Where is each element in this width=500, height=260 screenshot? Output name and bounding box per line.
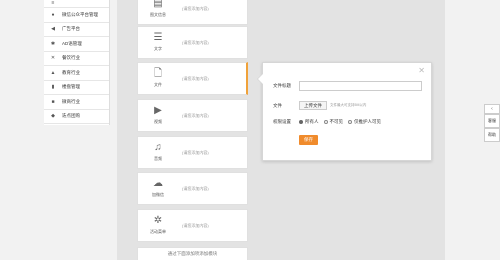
module-audio[interactable]: ♫ 音频 (请您添加内容) xyxy=(137,136,248,169)
radio-label: 不可见 xyxy=(329,119,344,124)
sidebar-item-label: 广告平台 xyxy=(62,26,80,32)
float-tab-help[interactable]: 帮助 xyxy=(484,128,500,142)
activity-icon: ✲ xyxy=(153,215,163,226)
radio-dot xyxy=(323,120,328,124)
upload-file-button[interactable]: 上传文件 xyxy=(299,101,327,110)
sidebar-item-top[interactable]: ≡ xyxy=(44,0,109,8)
video-icon: ▶ xyxy=(154,105,162,116)
module-icon-col: ♫ 音频 xyxy=(138,137,178,168)
float-tab-service[interactable]: 客服 xyxy=(484,114,500,128)
sidebar-item-label: 微信公众平台管理 xyxy=(62,11,98,17)
module-caption: 文件 xyxy=(154,82,162,87)
text-lines-icon: ☰ xyxy=(153,32,163,43)
shop-icon: ■ xyxy=(51,98,55,105)
module-icon-col: ▤ 图文信息 xyxy=(138,0,178,24)
radio-label: 仅推护人可见 xyxy=(354,119,381,124)
radio-invisible[interactable]: 不可见 xyxy=(323,119,344,125)
module-caption: 视频 xyxy=(154,119,162,124)
sidebar-item-catering[interactable]: ✕ 餐饮行业 xyxy=(44,52,109,66)
file-edit-popup: ✕ 文件标题 文件 上传文件 文件最大可支持5M以内 权限设置 所有人 不可见 … xyxy=(257,62,432,161)
module-news[interactable]: ▤ 图文信息 (请您添加内容) xyxy=(137,0,248,25)
module-icon-col: ☰ 文字 xyxy=(138,27,178,58)
megaphone-icon: ◀ xyxy=(51,26,55,33)
title-label: 文件标题 xyxy=(273,83,291,88)
sidebar-item-label: AD语管理 xyxy=(62,40,82,46)
tag-icon: ◆ xyxy=(51,113,55,120)
wechat-icon: ☁ xyxy=(153,178,163,189)
sidebar-item-label: 微商行业 xyxy=(62,98,80,104)
file-icon: 🗋 xyxy=(153,68,163,79)
close-icon[interactable]: ✕ xyxy=(418,66,425,75)
radio-maintainer[interactable]: 仅推护人可见 xyxy=(348,119,381,125)
module-caption: 活动菜单 xyxy=(150,229,166,234)
module-hint: (请您添加内容) xyxy=(182,149,209,155)
popup-arrow xyxy=(257,73,263,85)
module-icon-col: 🗋 文件 xyxy=(138,63,178,94)
sidebar-item-microshop[interactable]: ■ 微商行业 xyxy=(44,95,109,110)
sidebar-item-wechat[interactable]: ● 微信公众平台管理 xyxy=(44,8,109,23)
sidebar: ≡ ● 微信公众平台管理 ◀ 广告平台 ✱ AD语管理 ✕ 餐饮行业 ▲ 教育行业 ▮ 楼盘… xyxy=(44,0,110,125)
module-icon-col: ▶ 视频 xyxy=(138,100,178,131)
sidebar-item-label: 餐饮行业 xyxy=(62,55,80,61)
module-icon-col: ✲ 活动菜单 xyxy=(138,210,178,241)
module-video[interactable]: ▶ 视频 (请您添加内容) xyxy=(137,99,248,132)
upload-tip: 文件最大可支持5M以内 xyxy=(330,103,367,107)
sidebar-item-ad-manage[interactable]: ✱ AD语管理 xyxy=(44,37,109,52)
add-module-row[interactable]: 通过下面添加项添加模块 xyxy=(137,247,248,260)
music-note-icon: ♫ xyxy=(154,142,162,153)
module-hint: (请您添加内容) xyxy=(182,39,209,45)
sidebar-item-groupbuy[interactable]: ◆ 迭点团购 xyxy=(44,110,109,124)
app-window: ≡ ● 微信公众平台管理 ◀ 广告平台 ✱ AD语管理 ✕ 餐饮行业 ▲ 教育行业 ▮ 楼盘… xyxy=(0,0,500,260)
module-caption: 音频 xyxy=(154,156,162,161)
cap-icon: ▲ xyxy=(50,69,56,76)
permission-label: 权限设置 xyxy=(273,119,291,124)
file-row: 文件 上传文件 文件最大可支持5M以内 xyxy=(273,101,366,110)
module-hint: (请您添加内容) xyxy=(182,112,209,118)
chat-icon: ● xyxy=(51,11,55,18)
module-text[interactable]: ☰ 文字 (请您添加内容) xyxy=(137,26,248,59)
module-hint: (请您添加内容) xyxy=(182,5,209,11)
module-hint: (请您添加内容) xyxy=(182,185,209,191)
module-activity[interactable]: ✲ 活动菜单 (请您添加内容) xyxy=(137,209,248,242)
news-icon: ▤ xyxy=(153,0,163,9)
module-icon-col: ☁ 加微信 xyxy=(138,173,178,204)
module-caption: 文字 xyxy=(154,46,162,51)
sidebar-item-label: 教育行业 xyxy=(62,69,80,75)
title-input[interactable] xyxy=(299,81,422,91)
radio-dot xyxy=(348,120,352,124)
module-hint: (请您添加内容) xyxy=(182,222,209,228)
module-caption: 加微信 xyxy=(152,192,164,197)
gear-icon: ✱ xyxy=(50,40,56,47)
sidebar-item-ads[interactable]: ◀ 广告平台 xyxy=(44,23,109,37)
sidebar-item-label: 迭点团购 xyxy=(62,113,80,119)
radio-everyone[interactable]: 所有人 xyxy=(299,119,319,125)
file-label: 文件 xyxy=(273,102,282,108)
radio-dot xyxy=(299,120,303,124)
chevron-left-icon[interactable]: ‹ xyxy=(484,104,500,114)
module-file[interactable]: 🗋 文件 (请您添加内容) xyxy=(137,62,248,95)
building-icon: ▮ xyxy=(51,84,55,91)
sidebar-item-education[interactable]: ▲ 教育行业 xyxy=(44,66,109,81)
cutlery-icon: ✕ xyxy=(50,55,56,62)
sidebar-item-building[interactable]: ▮ 楼盘管理 xyxy=(44,81,109,95)
module-hint: (请您添加内容) xyxy=(182,75,209,81)
radio-label: 所有人 xyxy=(305,119,319,124)
module-caption: 图文信息 xyxy=(150,12,166,17)
module-wechat[interactable]: ☁ 加微信 (请您添加内容) xyxy=(137,172,248,205)
permission-row: 权限设置 所有人 不可见 仅推护人可见 xyxy=(273,119,386,125)
sidebar-item-label: 楼盘管理 xyxy=(62,84,80,90)
title-row: 文件标题 xyxy=(273,81,422,91)
save-button[interactable]: 保存 xyxy=(299,135,318,145)
menu-icon: ≡ xyxy=(51,0,55,6)
